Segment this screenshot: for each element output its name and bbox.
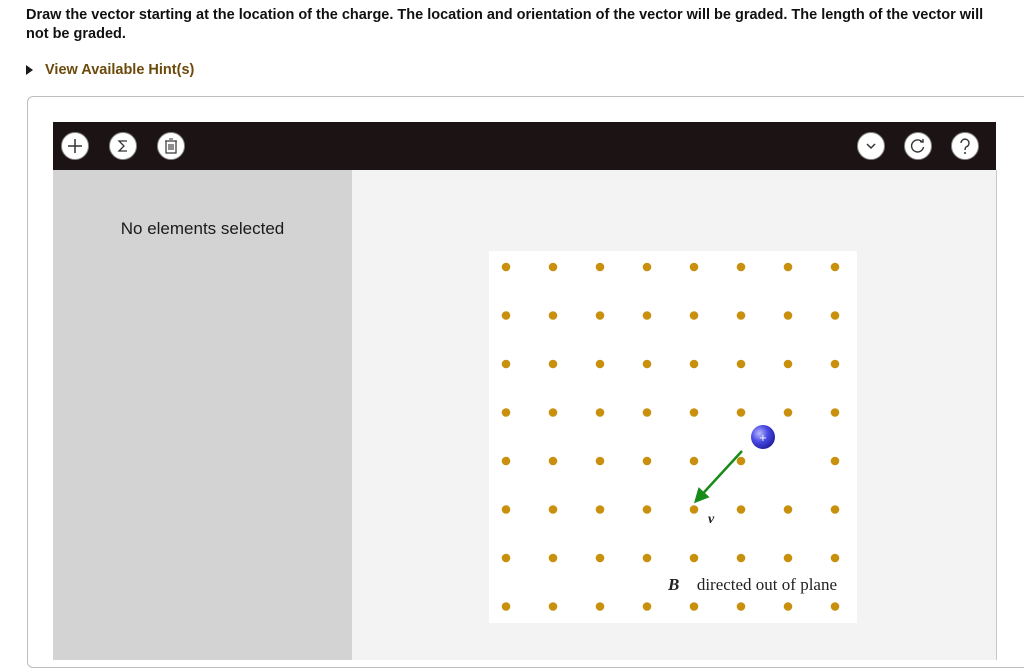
field-dot bbox=[501, 311, 511, 320]
field-dot bbox=[548, 359, 558, 369]
field-dot bbox=[501, 359, 511, 369]
field-dot bbox=[736, 359, 746, 369]
properties-panel: No elements selected bbox=[53, 170, 352, 660]
field-dot bbox=[783, 408, 793, 417]
field-dot bbox=[689, 311, 699, 320]
field-dot bbox=[830, 408, 840, 417]
field-direction-label: B⃗ directed out of plane bbox=[667, 575, 837, 594]
field-dot bbox=[501, 505, 511, 514]
field-dot bbox=[736, 505, 746, 514]
field-dot bbox=[501, 408, 511, 417]
field-dot bbox=[501, 456, 511, 466]
field-dot bbox=[689, 408, 699, 417]
field-dot bbox=[548, 505, 558, 514]
reset-icon bbox=[910, 139, 925, 153]
selection-status: No elements selected bbox=[120, 219, 285, 238]
field-dot bbox=[548, 262, 558, 272]
field-dot bbox=[642, 359, 652, 369]
magnetic-field-figure: + v⃗ B⃗ directed out of plane bbox=[489, 251, 857, 623]
question-instructions: Draw the vector starting at the location… bbox=[26, 7, 984, 42]
field-dot bbox=[642, 602, 652, 611]
field-description: directed out of plane bbox=[693, 575, 837, 594]
field-dot bbox=[830, 311, 840, 320]
trash-icon bbox=[165, 138, 177, 154]
field-symbol: B⃗ bbox=[667, 575, 693, 594]
field-dot bbox=[689, 359, 699, 369]
field-dot bbox=[548, 408, 558, 417]
field-dot bbox=[783, 311, 793, 320]
charge-sign: + bbox=[759, 433, 767, 444]
field-dot bbox=[783, 505, 793, 514]
field-dot bbox=[736, 262, 746, 272]
field-dot bbox=[642, 262, 652, 272]
field-dot bbox=[830, 359, 840, 369]
add-vector-button[interactable] bbox=[61, 132, 89, 160]
caret-right-icon bbox=[26, 65, 33, 75]
field-dot bbox=[595, 456, 605, 466]
field-dot bbox=[595, 408, 605, 417]
field-dot bbox=[830, 553, 840, 563]
field-dot bbox=[689, 505, 699, 514]
field-dot bbox=[501, 262, 511, 272]
field-dot bbox=[501, 602, 511, 611]
field-dot bbox=[595, 359, 605, 369]
delete-button[interactable] bbox=[157, 132, 185, 160]
field-dot bbox=[689, 456, 699, 466]
field-dot bbox=[642, 408, 652, 417]
figure-drawing: + v⃗ B⃗ directed out of plane bbox=[501, 262, 840, 611]
field-dot bbox=[689, 262, 699, 272]
field-dot bbox=[548, 311, 558, 320]
field-dot bbox=[783, 359, 793, 369]
field-dot bbox=[642, 553, 652, 563]
field-dot bbox=[689, 602, 699, 611]
field-dot bbox=[736, 553, 746, 563]
field-dot bbox=[736, 311, 746, 320]
reset-button[interactable] bbox=[904, 132, 932, 160]
view-hints-label: View Available Hint(s) bbox=[45, 62, 195, 78]
field-dot bbox=[595, 553, 605, 563]
chevron-down-icon bbox=[866, 143, 876, 150]
velocity-label: v⃗ bbox=[708, 512, 725, 527]
dropdown-button[interactable] bbox=[857, 132, 885, 160]
field-dot bbox=[595, 311, 605, 320]
field-dot bbox=[830, 262, 840, 272]
plus-icon bbox=[68, 139, 82, 153]
field-dot bbox=[595, 602, 605, 611]
field-dot bbox=[595, 262, 605, 272]
field-dot bbox=[642, 505, 652, 514]
field-dot bbox=[642, 456, 652, 466]
field-dot bbox=[830, 602, 840, 611]
field-dot bbox=[830, 456, 840, 466]
field-dot bbox=[548, 602, 558, 611]
field-dot bbox=[783, 553, 793, 563]
field-dot bbox=[736, 456, 746, 466]
sum-vectors-button[interactable] bbox=[109, 132, 137, 160]
field-dot bbox=[783, 262, 793, 272]
drawing-toolbar bbox=[53, 122, 996, 170]
field-dot bbox=[501, 553, 511, 563]
field-dot bbox=[548, 553, 558, 563]
field-dot bbox=[736, 408, 746, 417]
velocity-vector bbox=[693, 450, 743, 504]
field-dot bbox=[595, 505, 605, 514]
sigma-icon bbox=[117, 140, 127, 152]
help-button[interactable] bbox=[951, 132, 979, 160]
question-mark-icon bbox=[960, 138, 970, 154]
field-dot bbox=[830, 505, 840, 514]
field-dot bbox=[783, 602, 793, 611]
field-dot bbox=[642, 311, 652, 320]
field-dot bbox=[548, 456, 558, 466]
field-dot bbox=[689, 553, 699, 563]
field-dot bbox=[736, 602, 746, 611]
field-dots bbox=[501, 262, 840, 611]
view-hints-link[interactable]: View Available Hint(s) bbox=[26, 62, 194, 78]
